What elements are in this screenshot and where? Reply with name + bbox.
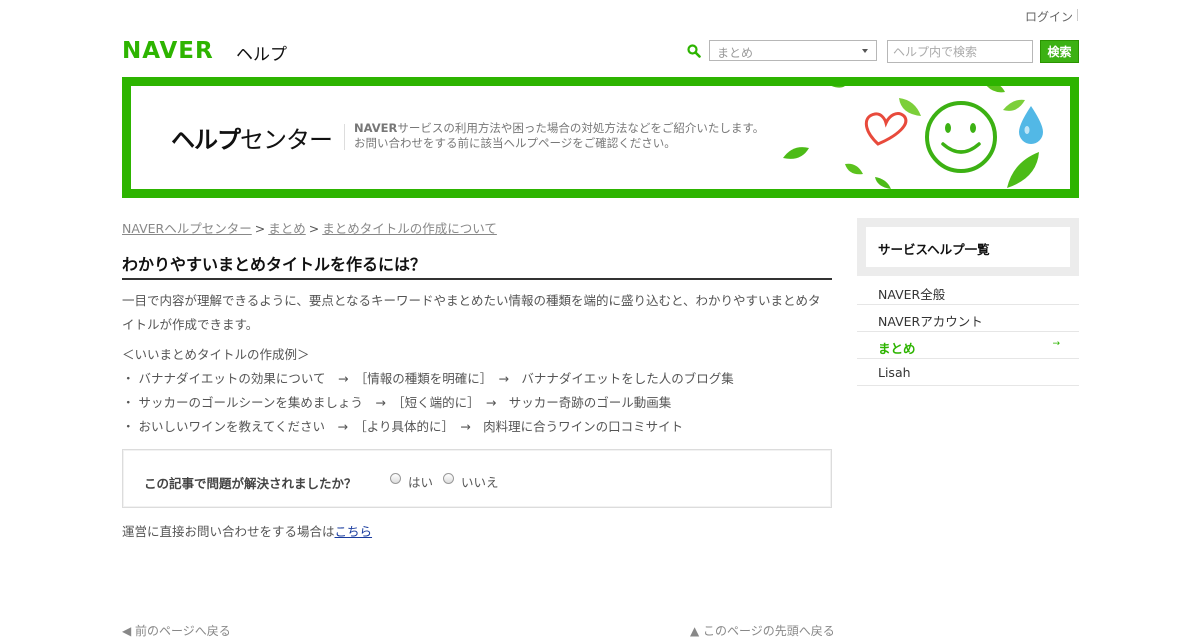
contact-link[interactable]: こちら — [335, 524, 373, 539]
select-arrow-icon — [862, 49, 868, 53]
feedback-no-label[interactable]: いいえ — [461, 472, 499, 491]
contact-line: 運営に直接お問い合わせをする場合はこちら — [122, 521, 372, 540]
article-intro: 一目で内容が理解できるように、要点となるキーワードやまとめたい情報の種類を端的に… — [122, 293, 821, 332]
help-center-banner: ヘルプセンター NAVERサービスの利用方法や困った場合の対処方法などをご紹介い… — [122, 77, 1079, 198]
feedback-yes-label[interactable]: はい — [408, 472, 433, 491]
article-title: わかりやすいまとめタイトルを作るには？ — [122, 255, 427, 274]
breadcrumb-item-current[interactable]: まとめタイトルの作成について — [322, 221, 497, 236]
example-item: ・ おいしいワインを教えてください → ［より具体的に］ → 肉料理に合うワイン… — [122, 419, 684, 434]
feedback-no-radio[interactable] — [443, 473, 454, 484]
page-top-link[interactable]: ▲ このページの先頭へ戻る — [690, 622, 835, 639]
sidebar-service-list: NAVER全般 NAVERアカウント まとめ → Lisah — [857, 278, 1079, 386]
sidebar-item-matome[interactable]: まとめ → — [857, 332, 1079, 359]
sidebar-item-label: Lisah — [878, 365, 911, 380]
banner-divider — [344, 124, 345, 150]
feedback-question: この記事で問題が解決されましたか？ — [144, 476, 357, 491]
heart-icon — [864, 112, 908, 146]
breadcrumb-item-matome[interactable]: まとめ — [268, 221, 306, 236]
search-input[interactable] — [887, 40, 1033, 63]
banner-illustration — [783, 86, 1043, 189]
banner-desc-brand: NAVER — [354, 121, 398, 135]
contact-text: 運営に直接お問い合わせをする場合は — [122, 524, 335, 539]
feedback-box: この記事で問題が解決されましたか？ はい いいえ — [122, 449, 832, 508]
search-icon — [687, 44, 701, 58]
banner-desc-line2: お問い合わせをする前に該当ヘルプページをご確認ください。 — [354, 136, 676, 150]
search-button[interactable]: 検索 — [1040, 40, 1079, 63]
examples-heading: ＜いいまとめタイトルの作成例＞ — [122, 347, 310, 362]
login-separator — [1077, 9, 1078, 21]
banner-title: ヘルプセンター — [171, 120, 333, 155]
breadcrumb-item-help-center[interactable]: NAVERヘルプセンター — [122, 221, 252, 236]
service-select-value: まとめ — [717, 46, 754, 60]
sidebar-header-inner: サービスヘルプ一覧 — [866, 227, 1070, 267]
example-item: ・ サッカーのゴールシーンを集めましょう → ［短く端的に］ → サッカー奇跡の… — [122, 395, 672, 410]
sidebar-item-label: NAVERアカウント — [878, 314, 983, 329]
sidebar-item-naver-general[interactable]: NAVER全般 — [857, 278, 1079, 305]
feedback-yes-radio[interactable] — [390, 473, 401, 484]
breadcrumb-separator: > — [254, 221, 266, 236]
banner-description: NAVERサービスの利用方法や困った場合の対処方法などをご紹介いたします。 お問… — [354, 121, 764, 151]
leaf-icon — [783, 86, 1039, 189]
arrow-right-icon: → — [1052, 339, 1060, 349]
sidebar-title: サービスヘルプ一覧 — [878, 242, 990, 257]
sidebar-item-label: NAVER全般 — [878, 287, 946, 302]
banner-inner: ヘルプセンター NAVERサービスの利用方法や困った場合の対処方法などをご紹介い… — [131, 86, 1070, 189]
back-link[interactable]: ◀ 前のページへ戻る — [122, 622, 231, 639]
sidebar-item-label: まとめ — [878, 341, 916, 356]
login-link[interactable]: ログイン — [1025, 8, 1073, 25]
examples-block: ＜いいまとめタイトルの作成例＞ ・ バナナダイエットの効果について → ［情報の… — [122, 343, 734, 439]
sidebar-item-naver-account[interactable]: NAVERアカウント — [857, 305, 1079, 332]
water-drop-icon — [1019, 106, 1043, 144]
title-divider — [122, 278, 832, 280]
banner-title-bold: ヘルプ — [171, 126, 241, 154]
help-title[interactable]: ヘルプ — [236, 40, 287, 65]
breadcrumb-separator: > — [308, 221, 320, 236]
service-select[interactable]: まとめ — [709, 40, 877, 61]
sidebar-item-lisah[interactable]: Lisah — [857, 359, 1079, 386]
smiley-icon — [925, 101, 997, 173]
naver-logo[interactable]: NAVER — [122, 38, 214, 64]
breadcrumb: NAVERヘルプセンター > まとめ > まとめタイトルの作成について — [122, 218, 497, 237]
banner-desc-line1: NAVERサービスの利用方法や困った場合の対処方法などをご紹介いたします。 — [354, 121, 764, 136]
banner-desc-text1: サービスの利用方法や困った場合の対処方法などをご紹介いたします。 — [397, 121, 765, 135]
example-item: ・ バナナダイエットの効果について → ［情報の種類を明確に］ → バナナダイエ… — [122, 371, 734, 386]
banner-title-rest: センター — [240, 126, 333, 154]
sidebar-header: サービスヘルプ一覧 — [857, 218, 1079, 276]
